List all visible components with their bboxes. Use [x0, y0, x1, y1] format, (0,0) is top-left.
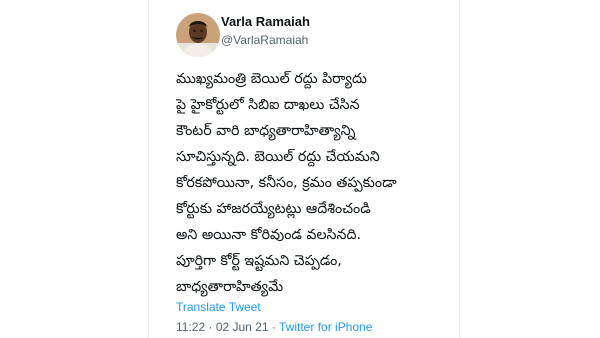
meta-separator: · — [208, 320, 213, 334]
translate-tweet-link[interactable]: Translate Tweet — [176, 300, 261, 314]
profile-photo-icon — [176, 13, 220, 57]
tweet-time[interactable]: 11:22 — [176, 320, 205, 334]
meta-separator: · — [271, 320, 276, 334]
author-handle[interactable]: @VarlaRamaiah — [221, 33, 308, 47]
tweet-card: Varla Ramaiah @VarlaRamaiah ముఖ్యమంత్రి … — [148, 0, 460, 338]
tweet-text-line: కోర్టుకు హాజరయ్యేటట్లు ఆదేశించండి — [176, 201, 371, 217]
tweet-text-line: కోరకపోయినా, కనీసం, క్రమం తప్పకుండా — [176, 175, 397, 191]
tweet-text-line: పూర్తిగా కోర్ట్ ఇష్టమని చెప్పడం, — [176, 253, 342, 269]
tweet-text: ముఖ్యమంత్రి బెయిల్ రద్దు పిర్యాదు పై హైక… — [176, 66, 458, 300]
tweet-metadata: 11:22 · 02 Jun 21 · Twitter for iPhone — [176, 320, 372, 334]
author-display-name[interactable]: Varla Ramaiah — [221, 14, 310, 29]
tweet-text-line: సూచిస్తున్నది. బెయిల్ రద్దు చేయమని — [176, 149, 380, 165]
tweet-date[interactable]: 02 Jun 21 — [216, 320, 269, 334]
author-avatar[interactable] — [176, 13, 220, 57]
screenshot-frame: Varla Ramaiah @VarlaRamaiah ముఖ్యమంత్రి … — [0, 0, 600, 338]
tweet-source-link[interactable]: Twitter for iPhone — [279, 320, 372, 334]
tweet-text-line: ముఖ్యమంత్రి బెయిల్ రద్దు పిర్యాదు — [176, 71, 367, 87]
tweet-text-line: కౌంటర్ వారి బాధ్యతారాహిత్యాన్ని — [176, 123, 356, 139]
tweet-text-line: అని అయినా కోరివుండ వలసినది. — [176, 227, 361, 243]
tweet-text-line: పై హైకోర్టులో సిబిఐ దాఖలు చేసిన — [176, 97, 360, 113]
tweet-text-line: బాధ్యతారాహిత్యమే — [176, 279, 284, 295]
